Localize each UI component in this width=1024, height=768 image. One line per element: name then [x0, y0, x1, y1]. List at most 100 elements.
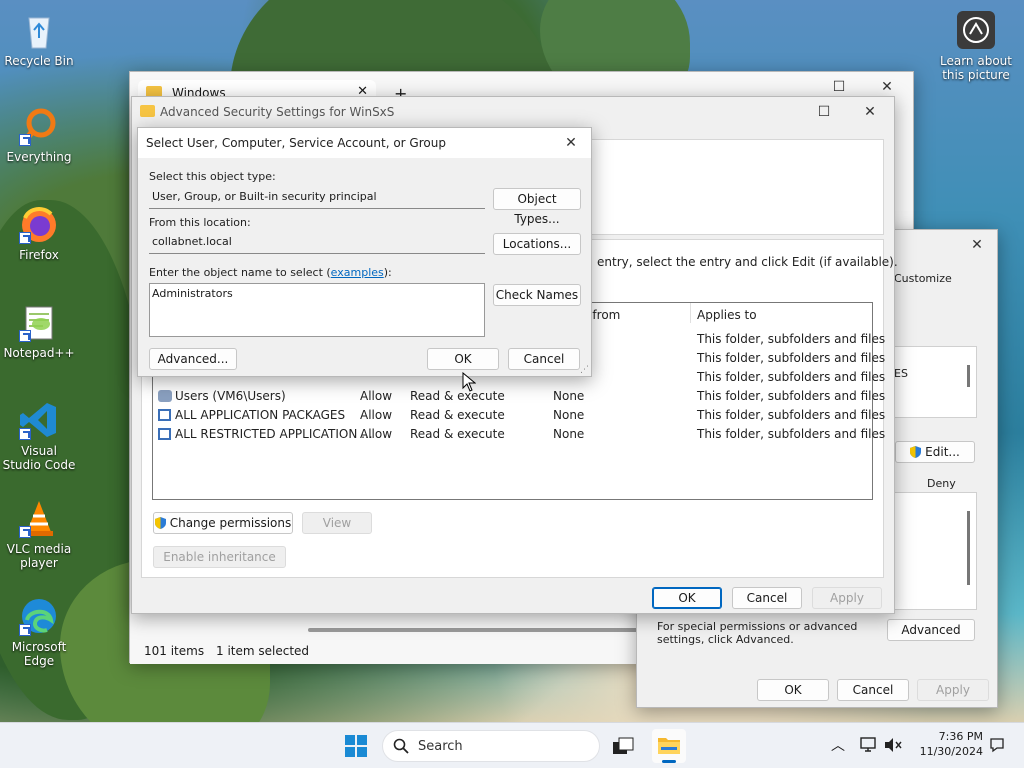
- ok-button[interactable]: OK: [427, 348, 499, 370]
- notepadpp-icon: [19, 302, 59, 342]
- volume-button[interactable]: [884, 737, 902, 753]
- object-name-label: Enter the object name to select (example…: [149, 266, 392, 279]
- everything-search-icon: [19, 106, 59, 146]
- table-row[interactable]: ALL RESTRICTED APPLICATION ... Allow Rea…: [153, 425, 885, 444]
- view-button[interactable]: View: [302, 512, 372, 534]
- advanced-security-titlebar[interactable]: Advanced Security Settings for WinSxS ☐ …: [132, 97, 894, 127]
- desktop-icon-label: Visual Studio Code: [2, 444, 76, 472]
- taskbar-file-explorer[interactable]: [652, 729, 686, 763]
- desktop-icon-learn-picture[interactable]: Learn about this picture: [936, 10, 1016, 82]
- task-view-icon: [613, 737, 634, 754]
- uac-shield-icon: [910, 446, 922, 458]
- row-applies-to: This folder, subfolders and files: [697, 351, 886, 365]
- desktop-icon-label: Learn about this picture: [940, 54, 1012, 82]
- shortcut-arrow-icon: [19, 428, 31, 440]
- advanced-button[interactable]: Advanced: [887, 619, 975, 641]
- camera-info-icon: [956, 10, 996, 50]
- resize-grip-icon[interactable]: ⋰: [580, 365, 589, 375]
- dialog-title: Select User, Computer, Service Account, …: [146, 136, 446, 150]
- desktop-icon-firefox[interactable]: Firefox: [1, 204, 77, 262]
- change-permissions-button[interactable]: Change permissions: [153, 512, 293, 534]
- users-group-icon: [158, 390, 172, 402]
- ok-button[interactable]: OK: [757, 679, 829, 701]
- object-type-label: Select this object type:: [149, 170, 276, 183]
- edge-icon: [19, 596, 59, 636]
- windows-logo-icon: [345, 735, 367, 757]
- search-placeholder: Search: [418, 739, 463, 754]
- taskbar-search-box[interactable]: Search: [382, 730, 600, 762]
- group-list[interactable]: ES: [893, 346, 977, 418]
- clock-date: 11/30/2024: [919, 745, 983, 758]
- select-user-dialog: Select User, Computer, Service Account, …: [137, 127, 592, 377]
- select-user-titlebar[interactable]: Select User, Computer, Service Account, …: [138, 128, 591, 158]
- group-list-item: ES: [894, 367, 908, 380]
- desktop-icon-vlc[interactable]: VLC media player: [1, 498, 77, 570]
- deny-column-header: Deny: [927, 477, 956, 490]
- scrollbar-thumb[interactable]: [967, 511, 970, 585]
- taskbar: Search ︿ 7:36 PM 11/30/2024: [0, 722, 1024, 768]
- chevron-up-icon[interactable]: ︿: [831, 735, 845, 755]
- file-explorer-icon: [658, 738, 680, 754]
- cancel-button[interactable]: Cancel: [508, 348, 580, 370]
- status-selected-count: 1 item selected: [216, 644, 310, 658]
- desktop-icon-notepadpp[interactable]: Notepad++: [1, 302, 77, 360]
- check-names-button[interactable]: Check Names: [493, 284, 581, 306]
- running-indicator: [662, 760, 676, 763]
- table-row[interactable]: ALL APPLICATION PACKAGES Allow Read & ex…: [153, 406, 885, 425]
- instruction-text: entry, select the entry and click Edit (…: [597, 255, 898, 269]
- horizontal-scrollbar[interactable]: [308, 628, 638, 632]
- uac-shield-icon: [154, 517, 166, 529]
- ok-button[interactable]: OK: [652, 587, 722, 609]
- edit-button[interactable]: Edit...: [895, 441, 975, 463]
- locations-button[interactable]: Locations...: [493, 233, 581, 255]
- desktop-icon-recycle-bin[interactable]: Recycle Bin: [1, 10, 77, 68]
- desktop-icon-vscode[interactable]: Visual Studio Code: [1, 400, 77, 472]
- examples-link[interactable]: examples: [331, 266, 384, 279]
- close-icon[interactable]: ✕: [551, 128, 591, 158]
- apply-button[interactable]: Apply: [812, 587, 882, 609]
- object-name-label-text: Enter the object name to select (: [149, 266, 331, 279]
- mouse-cursor-icon: [462, 372, 476, 392]
- object-name-input[interactable]: Administrators: [149, 283, 485, 337]
- cancel-button[interactable]: Cancel: [732, 587, 802, 609]
- close-icon[interactable]: ✕: [850, 97, 890, 127]
- maximize-icon[interactable]: ☐: [804, 97, 844, 127]
- enable-inheritance-button[interactable]: Enable inheritance: [153, 546, 286, 568]
- app-packages-icon: [158, 428, 171, 440]
- desktop-icon-label: Microsoft Edge: [11, 640, 67, 668]
- change-permissions-label: Change permissions: [169, 516, 292, 530]
- start-button[interactable]: [344, 734, 368, 758]
- volume-muted-icon: [885, 738, 902, 752]
- search-icon: [393, 738, 409, 754]
- row-inherited: None: [553, 427, 585, 441]
- desktop-icon-label: Firefox: [19, 248, 59, 262]
- close-icon[interactable]: ✕: [957, 230, 997, 260]
- clock[interactable]: 7:36 PM 11/30/2024: [913, 729, 983, 759]
- column-divider: [690, 303, 691, 323]
- status-items-count: 101 items: [144, 644, 205, 658]
- desktop-icon-edge[interactable]: Microsoft Edge: [1, 596, 77, 668]
- location-label: From this location:: [149, 216, 251, 229]
- row-inherited: None: [553, 389, 585, 403]
- table-row[interactable]: Users (VM6\Users) Allow Read & execute N…: [153, 387, 885, 406]
- notifications-button[interactable]: [989, 737, 1005, 753]
- vlc-cone-icon: [19, 498, 59, 538]
- object-types-button[interactable]: Object Types...: [493, 188, 581, 226]
- cancel-button[interactable]: Cancel: [837, 679, 909, 701]
- tab-customize[interactable]: Customize: [894, 272, 952, 285]
- column-header-applies-to[interactable]: Applies to: [697, 308, 757, 322]
- network-status-button[interactable]: [860, 737, 878, 753]
- scrollbar-thumb[interactable]: [967, 365, 970, 387]
- shortcut-arrow-icon: [19, 624, 31, 636]
- row-applies-to: This folder, subfolders and files: [697, 370, 886, 384]
- desktop-icon-label: Notepad++: [3, 346, 75, 360]
- desktop-icon-everything[interactable]: Everything: [1, 106, 77, 164]
- row-access: Read & execute: [410, 408, 505, 422]
- location-field: collabnet.local: [149, 232, 485, 254]
- apply-button[interactable]: Apply: [917, 679, 989, 701]
- task-view-button[interactable]: [612, 736, 634, 756]
- row-applies-to: This folder, subfolders and files: [697, 389, 886, 403]
- row-applies-to: This folder, subfolders and files: [697, 332, 886, 346]
- permission-list[interactable]: [893, 492, 977, 610]
- advanced-button[interactable]: Advanced...: [149, 348, 237, 370]
